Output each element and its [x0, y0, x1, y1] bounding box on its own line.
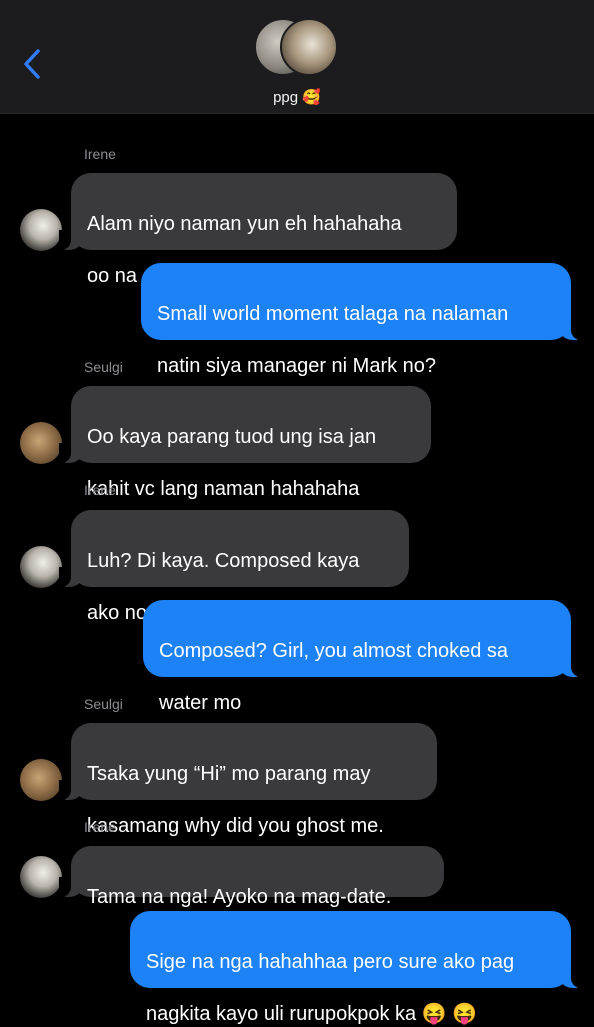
message-bubble[interactable]: Composed? Girl, you almost choked sa wat…: [143, 600, 583, 714]
message-line: Alam niyo naman yun eh hahahaha: [87, 213, 402, 235]
sender-name: Irene: [84, 482, 116, 498]
message-line: natin siya manager ni Mark no?: [157, 355, 437, 377]
message-line: Luh? Di kaya. Composed kaya: [87, 550, 360, 572]
message-line: Composed? Girl, you almost choked sa: [159, 640, 509, 662]
message-bubble[interactable]: Luh? Di kaya. Composed kaya ako non: [59, 510, 409, 624]
message-line: kahit vc lang naman hahahaha: [87, 478, 360, 500]
group-avatar: [280, 18, 338, 76]
avatar[interactable]: [20, 856, 62, 898]
conversation-header: ppg 🥰: [0, 0, 594, 114]
sender-name: Seulgi: [84, 359, 123, 375]
message-bubble[interactable]: Sige na nga hahahhaa pero sure ako pag n…: [130, 911, 583, 1025]
group-avatars[interactable]: [254, 18, 342, 78]
message-line: Tama na nga! Ayoko na mag-date.: [87, 886, 392, 908]
message-line: water mo: [159, 692, 242, 714]
avatar[interactable]: [20, 546, 62, 588]
avatar[interactable]: [20, 209, 62, 251]
message-bubble[interactable]: Alam niyo naman yun eh hahahaha oo na oo…: [59, 173, 457, 287]
message-bubble[interactable]: Tsaka yung “Hi” mo parang may kasamang w…: [59, 723, 437, 837]
group-name[interactable]: ppg 🥰: [0, 88, 594, 106]
message-line: kasamang why did you ghost me.: [87, 815, 384, 837]
sender-name: Seulgi: [84, 696, 123, 712]
back-button[interactable]: [18, 46, 48, 82]
message-line: Small world moment talaga na nalaman: [157, 303, 509, 325]
sender-name: Irene: [84, 819, 116, 835]
message-bubble[interactable]: Tama na nga! Ayoko na mag-date.: [59, 846, 444, 908]
message-line: Oo kaya parang tuod ung isa jan: [87, 426, 377, 448]
message-bubble[interactable]: Oo kaya parang tuod ung isa jan kahit vc…: [59, 386, 431, 500]
message-bubble[interactable]: Small world moment talaga na nalaman nat…: [141, 263, 583, 377]
message-line: Tsaka yung “Hi” mo parang may: [87, 763, 371, 785]
message-line: nagkita kayo uli rurupokpok ka 😝 😝: [146, 1003, 478, 1025]
message-line: Sige na nga hahahhaa pero sure ako pag: [146, 951, 515, 973]
avatar[interactable]: [20, 422, 62, 464]
avatar[interactable]: [20, 759, 62, 801]
sender-name: Irene: [84, 146, 116, 162]
chevron-left-icon: [24, 49, 40, 79]
